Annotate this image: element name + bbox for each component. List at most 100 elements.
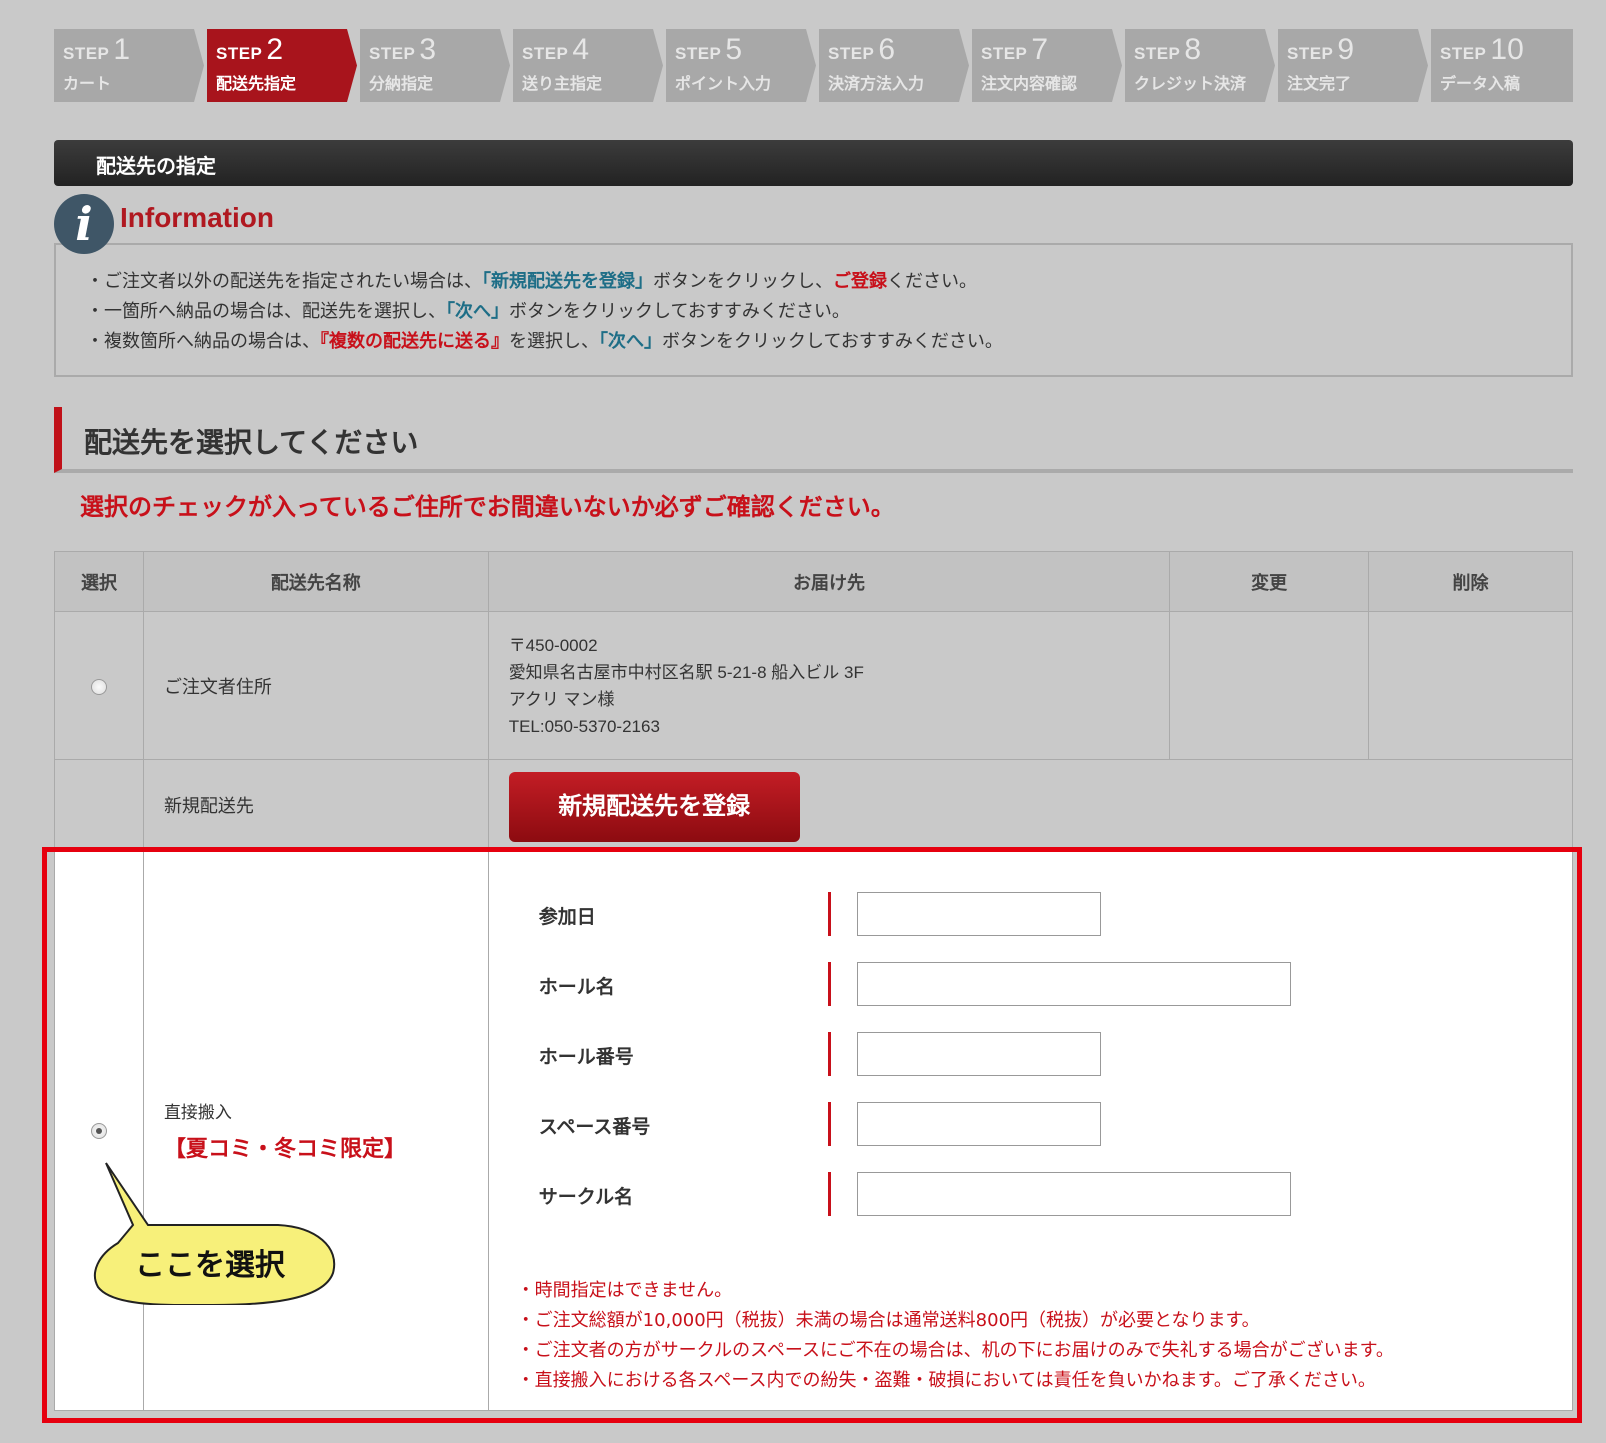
address-line: アクリ マン様	[508, 689, 615, 709]
register-new-destination-button[interactable]: 新規配送先を登録	[508, 772, 800, 842]
step-label: 注文内容確認	[981, 74, 1078, 93]
delete-cell	[1368, 611, 1573, 760]
step-label: ポイント入力	[675, 74, 772, 93]
note-line: ・直接搬入における各スペース内での紛失・盗難・破損においては責任を負いかねます。…	[516, 1370, 1376, 1391]
step-number: 3	[419, 33, 437, 66]
hall-number-label: ホール番号	[538, 1046, 634, 1068]
info-text: ボタンをクリックしておすすみください。	[509, 301, 850, 322]
orderer-address: 〒450-0002 愛知県名古屋市中村区名駅 5-21-8 船入ビル 3F アク…	[487, 611, 1171, 760]
table-header-row: 選択 配送先名称 お届け先 変更 削除	[54, 551, 1573, 612]
step-number: 10	[1490, 33, 1524, 66]
circle-name-label: サークル名	[538, 1186, 634, 1208]
participation-date-input[interactable]	[856, 892, 1101, 936]
info-highlight: 『複数の配送先に送る』	[320, 331, 509, 352]
note-line: ・時間指定はできません。	[516, 1280, 733, 1301]
step-word: STEP	[1287, 44, 1334, 63]
step-label: 送り主指定	[522, 74, 603, 93]
step-word: STEP	[63, 44, 110, 63]
info-text: ボタンをクリックしておすすみください。	[662, 331, 1003, 352]
step-label: 分納指定	[369, 74, 434, 93]
table-row-orderer: ご注文者住所 〒450-0002 愛知県名古屋市中村区名駅 5-21-8 船入ビ…	[54, 611, 1573, 760]
step-number: 9	[1337, 33, 1355, 66]
direct-delivery-name-cell: 直接搬入 【夏コミ・冬コミ限定】	[142, 849, 489, 1411]
header-edit: 変更	[1169, 551, 1370, 612]
address-line: 〒450-0002	[508, 635, 598, 655]
callout-bubble: ここを選択	[93, 1162, 336, 1305]
step-label: 配送先指定	[216, 74, 297, 93]
info-line-1: ・ご注文者以外の配送先を指定されたい場合は、「新規配送先を登録」ボタンをクリック…	[86, 267, 1571, 297]
hall-number-input[interactable]	[856, 1032, 1101, 1076]
space-number-input[interactable]	[856, 1102, 1101, 1146]
step-number: 7	[1031, 33, 1049, 66]
participation-date-label: 参加日	[538, 906, 596, 928]
step-word: STEP	[522, 44, 569, 63]
hall-name-label: ホール名	[538, 976, 615, 998]
step-number: 2	[266, 33, 284, 66]
direct-delivery-form: 参加日 ホール名 ホール番号 スペース番号 サークル名 ・時間指定はできません。…	[489, 850, 1572, 1410]
select-destination-heading: 配送先を選択してください	[54, 407, 1573, 473]
new-destination-name: 新規配送先	[142, 759, 489, 850]
info-text: ボタンをクリックし、	[653, 271, 833, 292]
required-bar	[827, 962, 831, 1006]
step-word: STEP	[369, 44, 416, 63]
info-text: ください。	[887, 271, 977, 292]
required-bar	[827, 1102, 831, 1146]
direct-delivery-notes: ・時間指定はできません。 ・ご注文総額が10,000円（税抜）未満の場合は通常送…	[517, 1276, 1394, 1396]
step-label: 決済方法入力	[828, 74, 925, 93]
step-label: データ入稿	[1440, 74, 1521, 93]
required-bar	[827, 1032, 831, 1076]
address-line: 愛知県名古屋市中村区名駅 5-21-8 船入ビル 3F	[508, 662, 864, 682]
info-line-3: ・複数箇所へ納品の場合は、『複数の配送先に送る』を選択し、「次へ」ボタンをクリッ…	[86, 327, 1571, 357]
info-text: ・一箇所へ納品の場合は、配送先を選択し、	[86, 301, 446, 322]
step-7: STEP 7 注文内容確認	[972, 29, 1122, 102]
new-destination-cell: 新規配送先を登録	[487, 759, 1574, 850]
required-bar	[827, 1172, 831, 1216]
step-label: クレジット決済	[1134, 74, 1247, 93]
info-title: Information	[120, 202, 274, 233]
step-2: STEP 2 配送先指定	[207, 29, 357, 102]
step-word: STEP	[1134, 44, 1181, 63]
step-8: STEP 8 クレジット決済	[1125, 29, 1275, 102]
section-title-bar: 配送先の指定	[54, 140, 1573, 186]
info-highlight: ご登録	[833, 271, 887, 292]
step-4: STEP 4 送り主指定	[513, 29, 663, 102]
info-highlight: 「次へ」	[446, 301, 509, 322]
step-5: STEP 5 ポイント入力	[666, 29, 816, 102]
direct-delivery-label: 直接搬入	[163, 1102, 232, 1123]
info-text: を選択し、	[509, 331, 599, 352]
orderer-name: ご注文者住所	[142, 611, 489, 760]
header-select: 選択	[54, 551, 144, 612]
orderer-radio[interactable]	[90, 678, 107, 695]
select-cell	[54, 759, 144, 850]
step-6: STEP 6 決済方法入力	[819, 29, 969, 102]
info-icon: i	[54, 194, 114, 254]
step-number: 5	[725, 33, 743, 66]
info-highlight: 「新規配送先を登録」	[482, 271, 653, 292]
info-line-2: ・一箇所へ納品の場合は、配送先を選択し、「次へ」ボタンをクリックしておすすみくだ…	[86, 297, 1571, 327]
step-label: 注文完了	[1287, 74, 1352, 93]
header-address: お届け先	[487, 551, 1171, 612]
header-delete: 削除	[1368, 551, 1573, 612]
step-word: STEP	[1440, 44, 1487, 63]
step-label: カート	[63, 74, 112, 93]
address-line: TEL:050-5370-2163	[508, 716, 660, 736]
callout-shape	[93, 1162, 336, 1305]
direct-delivery-radio[interactable]	[90, 1123, 107, 1139]
step-number: 4	[572, 33, 590, 66]
hall-name-input[interactable]	[856, 962, 1291, 1006]
direct-delivery-form-cell: 参加日 ホール名 ホール番号 スペース番号 サークル名 ・時間指定はできません。…	[487, 849, 1574, 1411]
step-number: 6	[878, 33, 896, 66]
step-word: STEP	[981, 44, 1028, 63]
step-10: STEP 10 データ入稿	[1431, 29, 1573, 102]
info-text: ・複数箇所へ納品の場合は、	[86, 331, 320, 352]
step-3: STEP 3 分納指定	[360, 29, 510, 102]
select-cell	[54, 849, 144, 1411]
step-number: 8	[1184, 33, 1202, 66]
info-text: ・ご注文者以外の配送先を指定されたい場合は、	[86, 271, 482, 292]
circle-name-input[interactable]	[856, 1172, 1291, 1216]
note-line: ・ご注文者の方がサークルのスペースにご不在の場合は、机の下にお届けのみで失礼する…	[516, 1340, 1394, 1361]
warning-text: 選択のチェックが入っているご住所でお間違いないか必ずご確認ください。	[80, 493, 895, 521]
step-number: 1	[113, 33, 131, 66]
info-box: ・ご注文者以外の配送先を指定されたい場合は、「新規配送先を登録」ボタンをクリック…	[54, 243, 1573, 377]
step-9: STEP 9 注文完了	[1278, 29, 1428, 102]
